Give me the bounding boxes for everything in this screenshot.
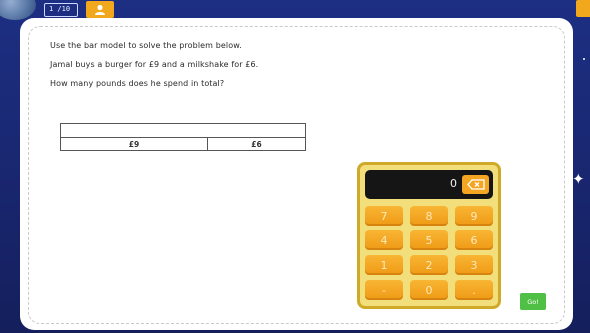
key-8[interactable]: 8 — [410, 206, 448, 226]
menu-button[interactable] — [576, 0, 590, 17]
star-dot — [583, 58, 585, 60]
key-0[interactable]: 0 — [410, 280, 448, 300]
key-4[interactable]: 4 — [365, 230, 403, 250]
question-line: Jamal buys a burger for £9 and a milksha… — [50, 60, 259, 69]
star-icon: ✦ — [572, 170, 585, 188]
avatar-button[interactable] — [86, 1, 114, 18]
bar-model-whole — [61, 124, 305, 138]
key-3[interactable]: 3 — [455, 255, 493, 275]
globe-icon — [0, 0, 36, 20]
bar-model-parts: £9 £6 — [61, 138, 305, 151]
question-progress: 1 /10 — [44, 3, 78, 17]
go-button[interactable]: Go! — [520, 293, 546, 310]
question-line: How many pounds does he spend in total? — [50, 79, 225, 88]
key-6[interactable]: 6 — [455, 230, 493, 250]
key-9[interactable]: 9 — [455, 206, 493, 226]
backspace-icon — [466, 179, 485, 190]
key-decimal[interactable]: . — [455, 280, 493, 300]
calculator-display: 0 — [365, 170, 493, 199]
key-minus[interactable]: - — [365, 280, 403, 300]
backspace-button[interactable] — [462, 175, 489, 194]
key-5[interactable]: 5 — [410, 230, 448, 250]
bar-model: £9 £6 — [60, 123, 306, 151]
calculator: 0 7 8 9 4 5 6 1 2 3 - 0 . — [357, 162, 501, 309]
avatar-icon — [95, 4, 105, 15]
key-7[interactable]: 7 — [365, 206, 403, 226]
question-text: Use the bar model to solve the problem b… — [50, 40, 258, 97]
bar-part-burger: £9 — [61, 138, 208, 151]
key-2[interactable]: 2 — [410, 255, 448, 275]
bar-part-milkshake: £6 — [251, 140, 262, 149]
key-1[interactable]: 1 — [365, 255, 403, 275]
question-line: Use the bar model to solve the problem b… — [50, 41, 242, 50]
display-value: 0 — [450, 177, 457, 190]
